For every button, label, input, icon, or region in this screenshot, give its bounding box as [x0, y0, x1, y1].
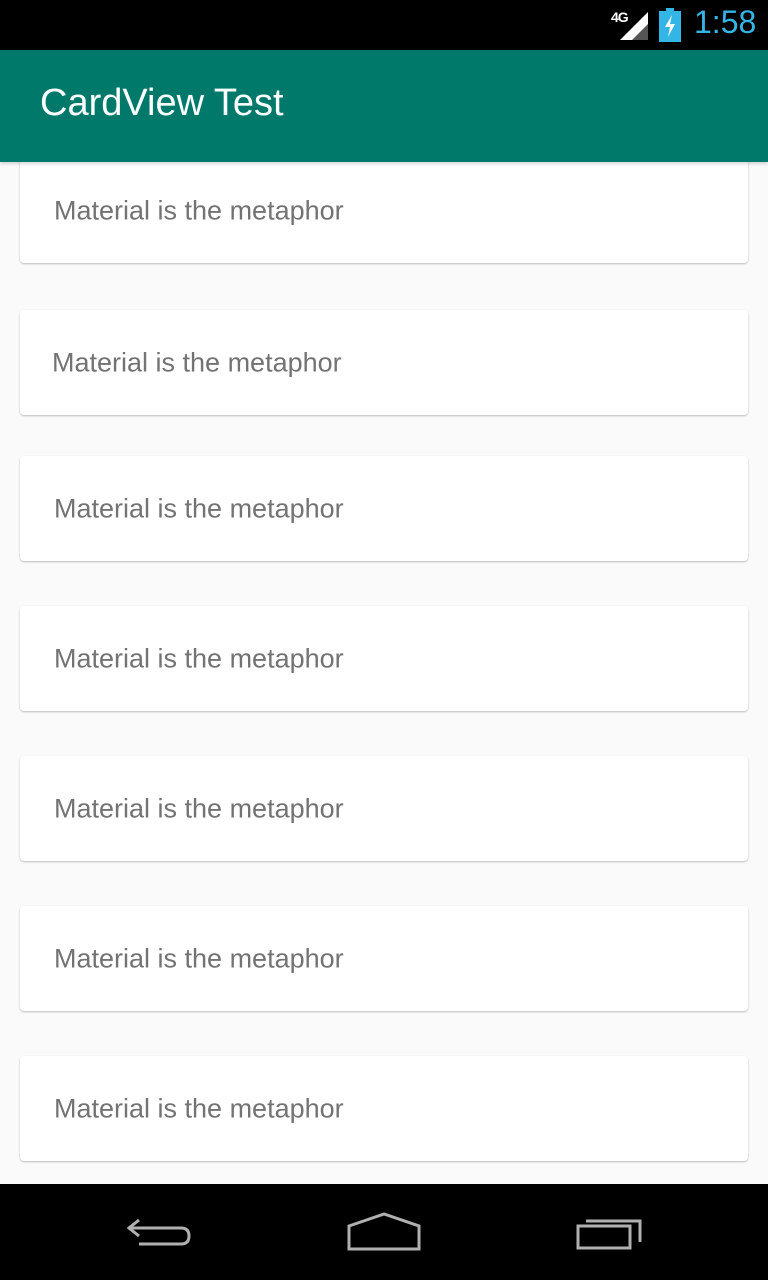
app-title: CardView Test [40, 82, 284, 124]
recent-apps-icon [576, 1219, 642, 1250]
card[interactable]: Material is the metaphor [20, 456, 748, 561]
recent-apps-button[interactable] [560, 1202, 660, 1262]
screen: 4G 1:58 CardView Test Material is the me… [0, 0, 768, 1280]
card-text: Material is the metaphor [52, 347, 342, 377]
card-text: Material is the metaphor [54, 195, 344, 225]
card[interactable]: Material is the metaphor [20, 906, 748, 1011]
home-button[interactable] [334, 1202, 434, 1262]
clock: 1:58 [694, 4, 757, 40]
back-icon [126, 1218, 191, 1246]
card-text: Material is the metaphor [54, 493, 344, 523]
card[interactable]: Material is the metaphor [20, 756, 748, 861]
card-text: Material is the metaphor [54, 943, 344, 973]
card[interactable]: Material is the metaphor [20, 310, 748, 415]
card-text: Material is the metaphor [54, 643, 344, 673]
card[interactable]: Material is the metaphor [20, 606, 748, 711]
signal-icon [620, 12, 648, 40]
home-icon [347, 1212, 421, 1251]
app-bar: CardView Test [0, 50, 768, 162]
card-text: Material is the metaphor [54, 793, 344, 823]
navigation-bar [0, 1184, 768, 1280]
card[interactable]: Material is the metaphor [20, 1056, 748, 1161]
status-bar: 4G 1:58 [0, 0, 768, 50]
card-list[interactable]: Material is the metaphor Material is the… [0, 162, 768, 1184]
back-button[interactable] [110, 1202, 210, 1262]
card-text: Material is the metaphor [54, 1093, 344, 1123]
battery-charging-icon [659, 8, 681, 42]
card[interactable]: Material is the metaphor [20, 162, 748, 263]
